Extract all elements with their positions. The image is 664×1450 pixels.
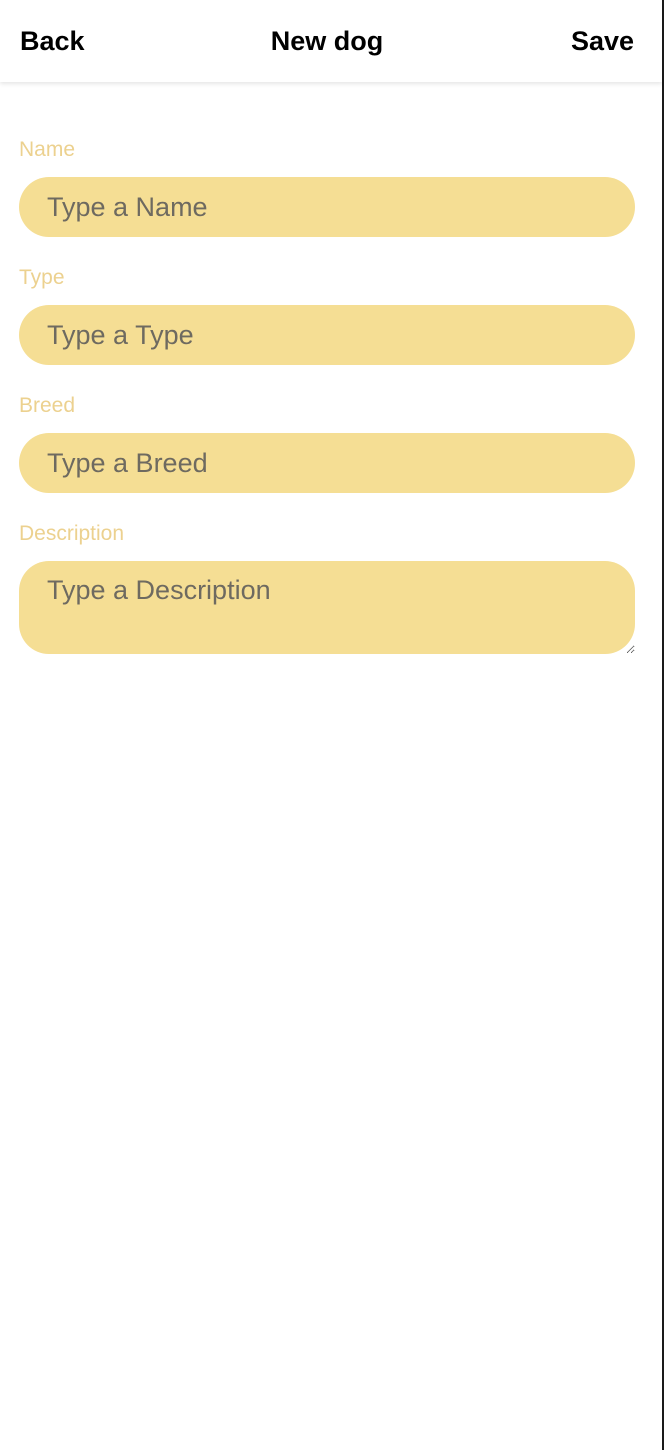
breed-input[interactable] xyxy=(19,433,635,493)
breed-field-group: Breed xyxy=(19,392,635,493)
app-header: Back New dog Save xyxy=(0,0,662,82)
new-dog-form: Name Type Breed Description xyxy=(19,136,635,681)
type-field-group: Type xyxy=(19,264,635,365)
type-label: Type xyxy=(19,266,65,289)
type-input[interactable] xyxy=(19,305,635,365)
name-field-group: Name xyxy=(19,136,635,237)
description-label: Description xyxy=(19,522,125,545)
description-field-group: Description xyxy=(19,520,635,654)
description-textarea[interactable] xyxy=(19,561,635,654)
name-label: Name xyxy=(19,138,76,161)
save-button[interactable]: Save xyxy=(571,25,634,57)
page-title: New dog xyxy=(270,26,384,56)
breed-label: Breed xyxy=(19,394,76,417)
name-input[interactable] xyxy=(19,177,635,237)
